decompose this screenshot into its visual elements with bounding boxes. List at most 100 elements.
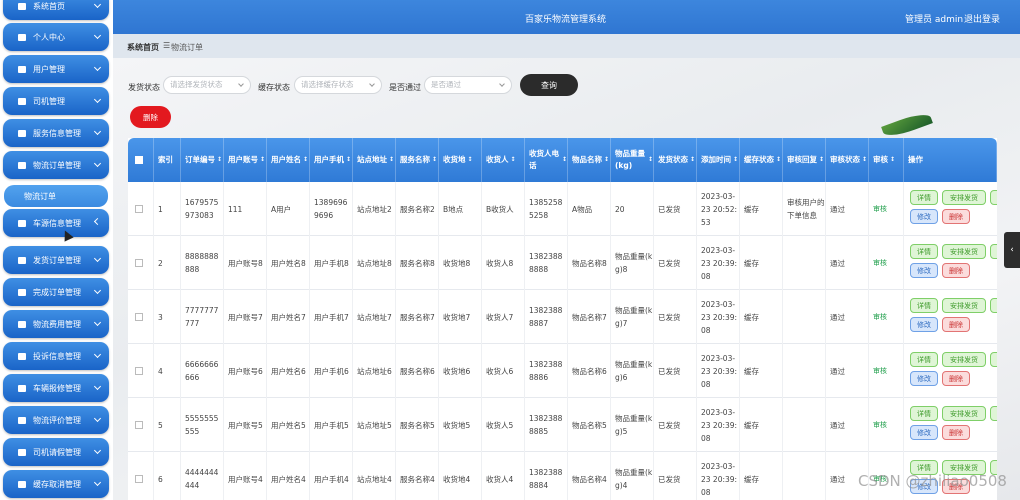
logout-link[interactable]: 退出登录 (964, 12, 1000, 25)
detail-button[interactable]: 详情 (910, 244, 938, 259)
cell-text[interactable]: 审核 (873, 365, 887, 378)
sort-icon[interactable]: ↕ (346, 154, 351, 166)
sort-icon[interactable]: ↕ (690, 154, 695, 166)
delete-row-button[interactable]: 删除 (942, 263, 970, 278)
checkbox[interactable] (135, 156, 143, 164)
cell-audit[interactable]: 审核 (869, 290, 904, 344)
cell-audit[interactable]: 审核 (869, 344, 904, 398)
sidebar-item[interactable]: 完成订单管理 (3, 278, 109, 306)
delete-row-button[interactable]: 删除 (942, 425, 970, 440)
sidebar-item[interactable]: 车源信息管理 (3, 209, 109, 237)
sidebar-item[interactable]: 车辆报修管理 (3, 374, 109, 402)
edit-button[interactable]: 修改 (910, 263, 938, 278)
sort-icon[interactable]: ↕ (217, 154, 222, 166)
sort-icon[interactable]: ↕ (648, 154, 653, 166)
cell-order: 5555555555 (181, 398, 224, 452)
checkbox[interactable] (135, 421, 143, 429)
sidebar-item[interactable]: 物流订单管理 (3, 151, 109, 179)
detail-button[interactable]: 详情 (910, 406, 938, 421)
query-button[interactable]: 查询 (520, 74, 578, 96)
cell-text[interactable]: 审核 (873, 419, 887, 432)
cell-text: 站点地址4 (357, 474, 392, 484)
sort-icon[interactable]: ↕ (303, 154, 308, 166)
sort-icon[interactable]: ↕ (890, 154, 895, 166)
checkbox[interactable] (135, 475, 143, 483)
delete-row-button[interactable]: 删除 (942, 371, 970, 386)
select-all-checkbox[interactable] (128, 138, 154, 182)
cell-audit[interactable]: 审核 (869, 236, 904, 290)
sort-icon[interactable]: ↕ (562, 154, 567, 166)
cell-text: 4444444444 (185, 468, 219, 490)
sort-icon[interactable]: ↕ (389, 154, 394, 166)
cell-text: 13852585258 (529, 198, 563, 220)
orders-table: 索引 订单编号 ↕ 用户账号 ↕ 用户姓名 ↕ 用户手机 ↕ 站点地址 ↕ 服务名称 ↕ 收货地 ↕ 收货人 ↕… (128, 138, 997, 500)
sidebar-item[interactable]: 服务信息管理 (3, 119, 109, 147)
sort-icon[interactable]: ↕ (862, 154, 867, 166)
cell-text: 13896969696 (314, 198, 348, 220)
delete-row-button[interactable]: 删除 (942, 317, 970, 332)
sort-icon[interactable]: ↕ (819, 154, 824, 166)
checkbox[interactable] (135, 205, 143, 213)
row-checkbox-cell[interactable] (128, 236, 154, 290)
arrange-shipping-button[interactable]: 安排发货 (942, 190, 986, 205)
sidebar-item[interactable]: 投诉信息管理 (3, 342, 109, 370)
delete-row-button[interactable]: 删除 (942, 209, 970, 224)
arrange-shipping-button[interactable]: 安排发货 (942, 298, 986, 313)
sidebar-item[interactable]: 司机管理 (3, 87, 109, 115)
breadcrumb-home[interactable]: 系统首页 (127, 42, 159, 53)
collapse-panel-handle[interactable]: ‹ (1004, 232, 1020, 268)
checkbox[interactable] (135, 259, 143, 267)
edit-button[interactable]: 修改 (910, 425, 938, 440)
arrange-shipping-button[interactable]: 安排发货 (942, 352, 986, 367)
sort-icon[interactable]: ↕ (511, 154, 516, 166)
sidebar-item[interactable]: 发货订单管理 (3, 246, 109, 274)
app-title: 百家乐物流管理系统 (525, 15, 607, 25)
row-checkbox-cell[interactable] (128, 398, 154, 452)
sidebar-item[interactable]: 物流评价管理 (3, 406, 109, 434)
sidebar-subitem-logistics-order[interactable]: 物流订单 (4, 185, 108, 207)
row-checkbox-cell[interactable] (128, 452, 154, 500)
cell-text[interactable]: 审核 (873, 203, 887, 216)
ship-status-select[interactable]: 请选择发货状态 (163, 76, 251, 94)
sort-icon[interactable]: ↕ (432, 154, 437, 166)
edit-button[interactable]: 修改 (910, 371, 938, 386)
arrange-shipping-button[interactable]: 安排发货 (942, 406, 986, 421)
sidebar-item[interactable]: 用户管理 (3, 55, 109, 83)
arrange-shipping-button[interactable]: 安排发货 (942, 244, 986, 259)
edit-button[interactable]: 修改 (910, 317, 938, 332)
sidebar-item[interactable]: 司机请假管理 (3, 438, 109, 466)
sidebar-item[interactable]: 系统首页 (3, 0, 109, 20)
detail-button[interactable]: 详情 (910, 298, 938, 313)
row-checkbox-cell[interactable] (128, 290, 154, 344)
sort-icon[interactable]: ↕ (776, 154, 781, 166)
checkbox[interactable] (135, 313, 143, 321)
sort-icon[interactable]: ↕ (604, 154, 609, 166)
cell-audit[interactable]: 审核 (869, 182, 904, 236)
cell-text[interactable]: 审核 (873, 311, 887, 324)
row-checkbox-cell[interactable] (128, 344, 154, 398)
sidebar-item[interactable]: 缓存取消管理 (3, 470, 109, 498)
cell-text: A物品 (572, 204, 593, 214)
cache-status-select[interactable]: 请选择缓存状态 (294, 76, 382, 94)
sort-icon[interactable]: ↕ (733, 154, 738, 166)
sidebar-item[interactable]: 物流费用管理 (3, 310, 109, 338)
sort-icon[interactable]: ↕ (468, 154, 473, 166)
sort-icon[interactable]: ↕ (260, 154, 265, 166)
detail-button[interactable]: 详情 (910, 190, 938, 205)
cell-text: 站点地址7 (357, 312, 392, 322)
row-checkbox-cell[interactable] (128, 182, 154, 236)
more-button[interactable] (990, 298, 997, 313)
cell-audit[interactable]: 审核 (869, 398, 904, 452)
more-button[interactable] (990, 406, 997, 421)
detail-button[interactable]: 详情 (910, 352, 938, 367)
edit-button[interactable]: 修改 (910, 209, 938, 224)
more-button[interactable] (990, 352, 997, 367)
pass-select[interactable]: 是否通过 (424, 76, 512, 94)
checkbox[interactable] (135, 367, 143, 375)
more-button[interactable] (990, 244, 997, 259)
batch-delete-button[interactable]: 删除 (130, 106, 171, 128)
more-button[interactable] (990, 190, 997, 205)
cell-text[interactable]: 审核 (873, 257, 887, 270)
chevron-icon (93, 0, 102, 9)
sidebar-item[interactable]: 个人中心 (3, 23, 109, 51)
